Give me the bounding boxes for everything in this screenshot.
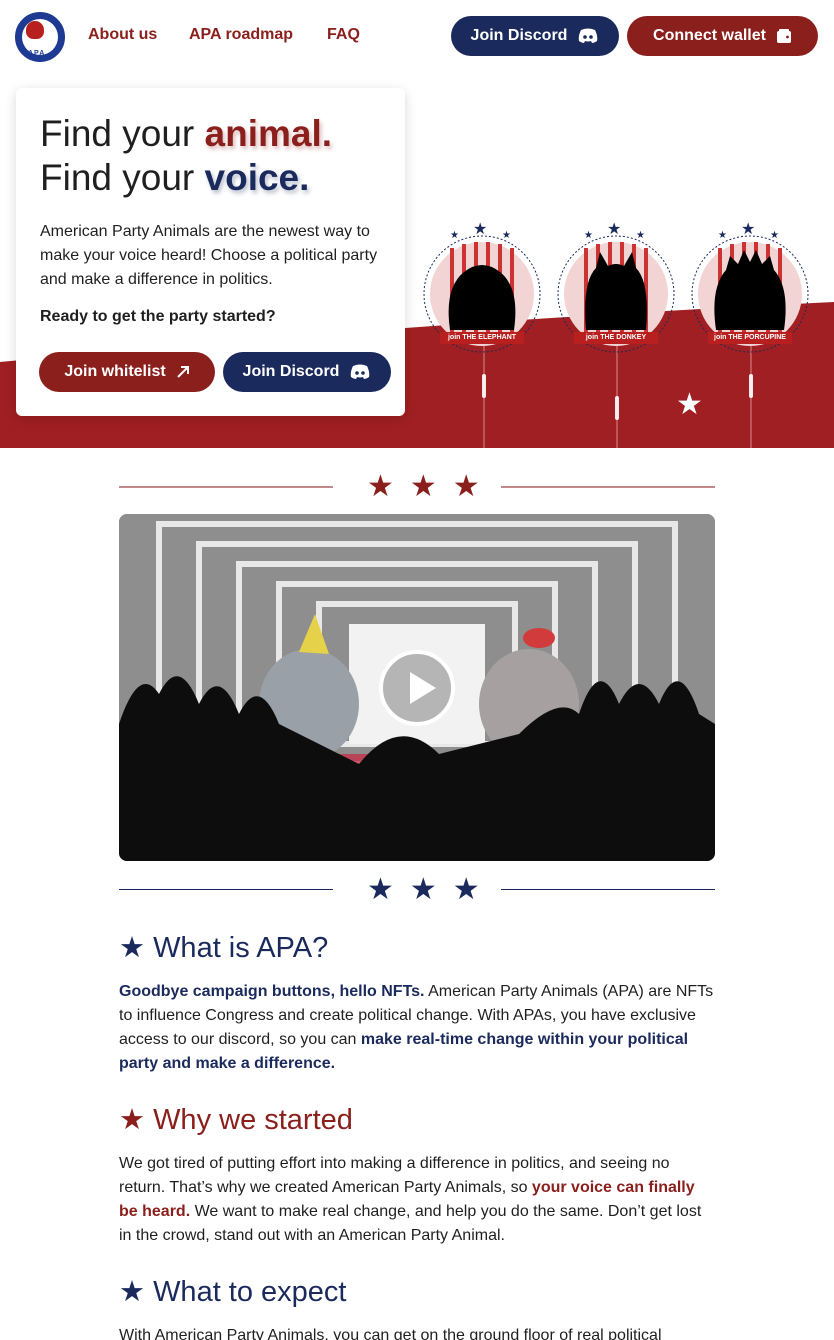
discord-icon — [577, 28, 599, 44]
join-donkey-badge[interactable]: ★ ★ ★ join THE DONKEY — [556, 218, 676, 358]
hero-join-discord-label: Join Discord — [242, 363, 340, 380]
connect-wallet-button[interactable]: Connect wallet — [627, 16, 818, 56]
divider-line-left — [119, 486, 333, 488]
section-title-text: Why we started — [153, 1104, 353, 1136]
play-icon[interactable] — [379, 650, 455, 726]
wallet-icon — [776, 28, 792, 44]
divider-red: ★★★ — [119, 472, 715, 502]
nav-link-faq[interactable]: FAQ — [327, 26, 360, 44]
svg-text:★: ★ — [718, 230, 727, 241]
nav-join-discord-label: Join Discord — [470, 27, 568, 44]
section-title: ★ What to expect — [119, 1274, 715, 1310]
nav-link-apa-roadmap[interactable]: APA roadmap — [189, 26, 293, 44]
svg-text:★: ★ — [473, 221, 487, 238]
divider-stars: ★★★ — [367, 470, 496, 503]
hero-join-discord-button[interactable]: Join Discord — [223, 352, 391, 392]
svg-text:★: ★ — [584, 230, 593, 241]
divider-navy: ★★★ — [119, 875, 715, 905]
arrow-up-right-icon — [176, 365, 190, 379]
join-whitelist-button[interactable]: Join whitelist — [39, 352, 215, 392]
star-icon: ★ — [119, 1104, 145, 1136]
hero-cta-question: Ready to get the party started? — [40, 308, 276, 325]
discord-icon — [349, 364, 371, 380]
section-body: We got tired of putting effort into maki… — [119, 1152, 715, 1248]
section-title: ★ What is APA? — [119, 930, 715, 966]
nav-link-about-us[interactable]: About us — [88, 26, 157, 44]
svg-text:★: ★ — [502, 230, 511, 241]
divider-line-right — [501, 889, 715, 890]
hero-card: Find your animal. Find your voice. Ameri… — [16, 88, 405, 416]
join-whitelist-label: Join whitelist — [64, 363, 166, 380]
section-why-we-started: ★ Why we started We got tired of putting… — [119, 1102, 715, 1248]
section-title-text: What to expect — [153, 1276, 347, 1308]
divider-stars: ★★★ — [367, 873, 496, 906]
promo-video[interactable] — [119, 514, 715, 861]
elephant-badge-label: join THE ELEPHANT — [440, 332, 524, 344]
section-body: Goodbye campaign buttons, hello NFTs. Am… — [119, 980, 715, 1076]
svg-text:★: ★ — [636, 230, 645, 241]
section-title: ★ Why we started — [119, 1102, 715, 1138]
headline-word-voice: voice. — [204, 157, 310, 198]
star-icon: ★ — [119, 1276, 145, 1308]
hero-section: ★ Find your animal. Find your voice. Ame… — [0, 72, 834, 448]
logo-text: APA — [28, 50, 46, 57]
top-nav: APA About us APA roadmap FAQ Join Discor… — [0, 0, 834, 72]
section-what-to-expect: ★ What to expect With American Party Ani… — [119, 1274, 715, 1340]
body-text: We want to make real change, and help yo… — [119, 1203, 702, 1244]
donkey-badge-label: join THE DONKEY — [574, 332, 658, 344]
svg-text:★: ★ — [450, 230, 459, 241]
join-elephant-badge[interactable]: ★ ★ ★ join THE ELEPHANT — [422, 218, 542, 358]
section-what-is-apa: ★ What is APA? Goodbye campaign buttons,… — [119, 930, 715, 1076]
apa-logo[interactable]: APA — [15, 12, 65, 62]
connect-wallet-label: Connect wallet — [653, 27, 766, 44]
divider-line-right — [501, 486, 715, 488]
body-emphasis: Goodbye campaign buttons, hello NFTs. — [119, 983, 425, 1000]
nav-join-discord-button[interactable]: Join Discord — [451, 16, 619, 56]
headline-prefix-2: Find your — [40, 157, 205, 198]
headline-prefix-1: Find your — [40, 113, 205, 154]
hero-headline: Find your animal. Find your voice. — [40, 112, 381, 200]
section-title-text: What is APA? — [153, 932, 329, 964]
svg-text:★: ★ — [741, 221, 755, 238]
headline-word-animal: animal. — [204, 113, 333, 154]
join-porcupine-badge[interactable]: ★ ★ ★ join THE PORCUPINE — [690, 218, 810, 358]
porcupine-badge-label: join THE PORCUPINE — [708, 332, 792, 344]
divider-line-left — [119, 889, 333, 890]
svg-text:★: ★ — [770, 230, 779, 241]
star-icon: ★ — [119, 932, 145, 964]
hero-description: American Party Animals are the newest wa… — [40, 223, 378, 288]
svg-text:★: ★ — [676, 387, 703, 422]
elephant-logo-icon — [26, 21, 44, 39]
section-body: With American Party Animals, you can get… — [119, 1324, 715, 1340]
body-text: With American Party Animals, you can get… — [119, 1327, 662, 1340]
svg-text:★: ★ — [607, 221, 621, 238]
